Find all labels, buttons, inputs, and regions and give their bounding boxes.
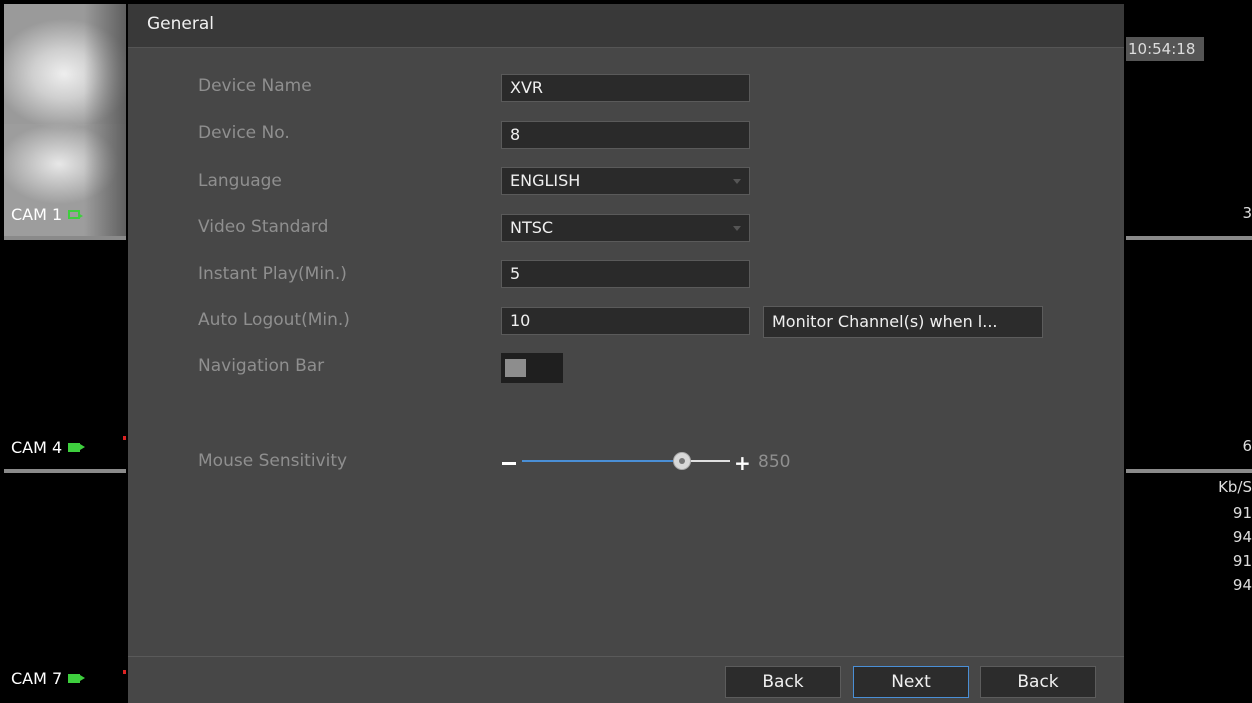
device-name-label: Device Name (198, 76, 312, 96)
video-standard-label: Video Standard (198, 217, 329, 237)
language-label: Language (198, 171, 282, 191)
slider-handle[interactable] (673, 452, 691, 470)
bitrate-value: 91 (1232, 552, 1252, 570)
grid-divider (1126, 469, 1252, 473)
instant-play-label: Instant Play(Min.) (198, 264, 347, 284)
bitrate-value: 94 (1232, 528, 1252, 546)
bitrate-unit: Kb/S (1218, 478, 1252, 496)
camera-label-1: CAM 1 (11, 205, 84, 224)
camera-tile-7[interactable]: CAM 7 (4, 474, 126, 703)
language-selected-value: ENGLISH (510, 171, 581, 190)
camera-tile-1[interactable]: CAM 1 (4, 4, 126, 236)
motion-indicator-icon (123, 436, 126, 440)
dialog-header: General (128, 4, 1124, 48)
decrease-sensitivity-icon[interactable] (502, 462, 516, 465)
camera-name: CAM 4 (11, 438, 63, 457)
slider-track[interactable] (690, 460, 730, 462)
dropdown-arrow-icon (733, 226, 741, 231)
video-standard-select[interactable]: NTSC (501, 214, 750, 242)
language-select[interactable]: ENGLISH (501, 167, 750, 195)
footer-divider (128, 656, 1124, 657)
grid-divider (4, 469, 126, 473)
record-camera-icon (68, 443, 86, 452)
slider-track-filled[interactable] (522, 460, 682, 462)
camera-name: CAM 1 (11, 205, 63, 224)
toggle-knob (505, 359, 526, 377)
device-name-input[interactable]: XVR (501, 74, 750, 102)
monitor-channels-button[interactable]: Monitor Channel(s) when l... (763, 306, 1043, 338)
back-button-secondary[interactable]: Back (980, 666, 1096, 698)
video-standard-selected-value: NTSC (510, 218, 554, 237)
camera-label-7: CAM 7 (11, 669, 86, 688)
camera-name: CAM 7 (11, 669, 63, 688)
channel-number: 3 (1242, 204, 1252, 222)
dropdown-arrow-icon (733, 179, 741, 184)
device-no-label: Device No. (198, 123, 290, 143)
navigation-bar-toggle[interactable] (501, 353, 563, 383)
increase-sensitivity-icon[interactable]: + (734, 453, 751, 473)
general-settings-dialog: General Device Name XVR Device No. 8 Lan… (128, 4, 1124, 703)
channel-number: 6 (1242, 437, 1252, 455)
mouse-sensitivity-label: Mouse Sensitivity (198, 451, 348, 471)
motion-indicator-icon (123, 670, 126, 674)
device-no-input[interactable]: 8 (501, 121, 750, 149)
camera-label-4: CAM 4 (11, 438, 86, 457)
dialog-title: General (147, 14, 214, 34)
instant-play-input[interactable]: 5 (501, 260, 750, 288)
camera-tile-6[interactable]: 6 (1126, 240, 1252, 469)
next-button[interactable]: Next (853, 666, 969, 698)
bitrate-value: 91 (1232, 504, 1252, 522)
auto-logout-label: Auto Logout(Min.) (198, 310, 350, 330)
camera-tile-4[interactable]: CAM 4 (4, 240, 126, 469)
navigation-bar-label: Navigation Bar (198, 356, 325, 376)
record-camera-icon (68, 674, 86, 683)
camera-tile-9[interactable]: Kb/S 91 94 91 94 (1126, 474, 1252, 703)
mouse-sensitivity-value: 850 (758, 452, 791, 472)
clock-display: 10:54:18 (1126, 37, 1204, 61)
bitrate-value: 94 (1232, 576, 1252, 594)
camera-feed-shadow (84, 4, 126, 236)
auto-logout-input[interactable]: 10 (501, 307, 750, 335)
record-camera-icon (68, 210, 84, 219)
back-button[interactable]: Back (725, 666, 841, 698)
